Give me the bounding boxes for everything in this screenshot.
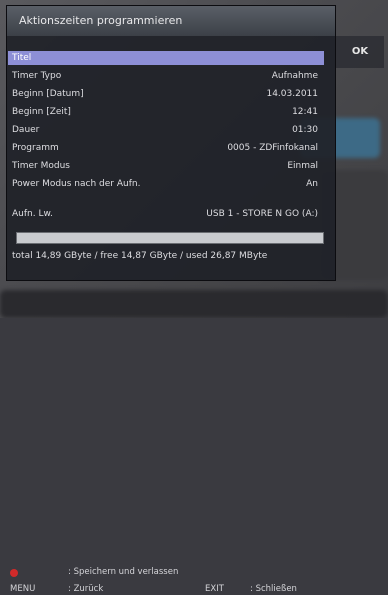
row-value: 0005 - ZDFinfokanal <box>227 143 318 153</box>
row-label: Timer Typo <box>12 71 62 81</box>
row-aufnahme-laufwerk[interactable]: Aufn. Lw. USB 1 - STORE N GO (A:) <box>8 207 324 221</box>
row-label: Beginn [Datum] <box>12 89 84 99</box>
row-label: Power Modus nach der Aufn. <box>12 179 141 189</box>
row-beginn-datum[interactable]: Beginn [Datum] 14.03.2011 <box>8 87 324 101</box>
row-programm[interactable]: Programm 0005 - ZDFinfokanal <box>8 141 324 155</box>
row-power-modus[interactable]: Power Modus nach der Aufn. An <box>8 177 324 191</box>
dialog-title: Aktionszeiten programmieren <box>7 6 335 36</box>
row-timer-typ[interactable]: Timer Typo Aufnahme <box>8 69 324 83</box>
exit-action-label: : Schließen <box>250 584 297 594</box>
row-beginn-zeit[interactable]: Beginn [Zeit] 12:41 <box>8 105 324 119</box>
row-label: Timer Modus <box>12 161 70 171</box>
row-value: Aufnahme <box>271 71 318 81</box>
row-label: Programm <box>12 143 59 153</box>
row-titel[interactable]: Titel <box>8 51 324 65</box>
footer: : Speichern und verlassen MENU : Zurück … <box>0 282 388 594</box>
row-value: 12:41 <box>292 107 318 117</box>
row-timer-modus[interactable]: Timer Modus Einmal <box>8 159 324 173</box>
menu-key[interactable]: MENU <box>10 584 35 595</box>
row-dauer[interactable]: Dauer 01:30 <box>8 123 324 137</box>
row-value: 01:30 <box>292 125 318 135</box>
row-value: An <box>306 179 318 189</box>
row-label: Aufn. Lw. <box>12 209 53 219</box>
row-value: Einmal <box>287 161 318 171</box>
row-label: Dauer <box>12 125 40 135</box>
row-value: USB 1 - STORE N GO (A:) <box>206 209 318 219</box>
title-input[interactable] <box>16 232 324 244</box>
exit-key[interactable]: EXIT <box>205 584 224 595</box>
red-action-label: : Speichern und verlassen <box>68 567 179 577</box>
menu-action-label: : Zurück <box>68 584 104 594</box>
row-label: Beginn [Zeit] <box>12 107 71 117</box>
ok-button[interactable]: OK <box>336 36 384 68</box>
row-label: Titel <box>12 53 32 63</box>
storage-info: total 14,89 GByte / free 14,87 GByte / u… <box>12 251 268 261</box>
row-value: 14.03.2011 <box>266 89 318 99</box>
red-button-icon <box>10 569 18 577</box>
